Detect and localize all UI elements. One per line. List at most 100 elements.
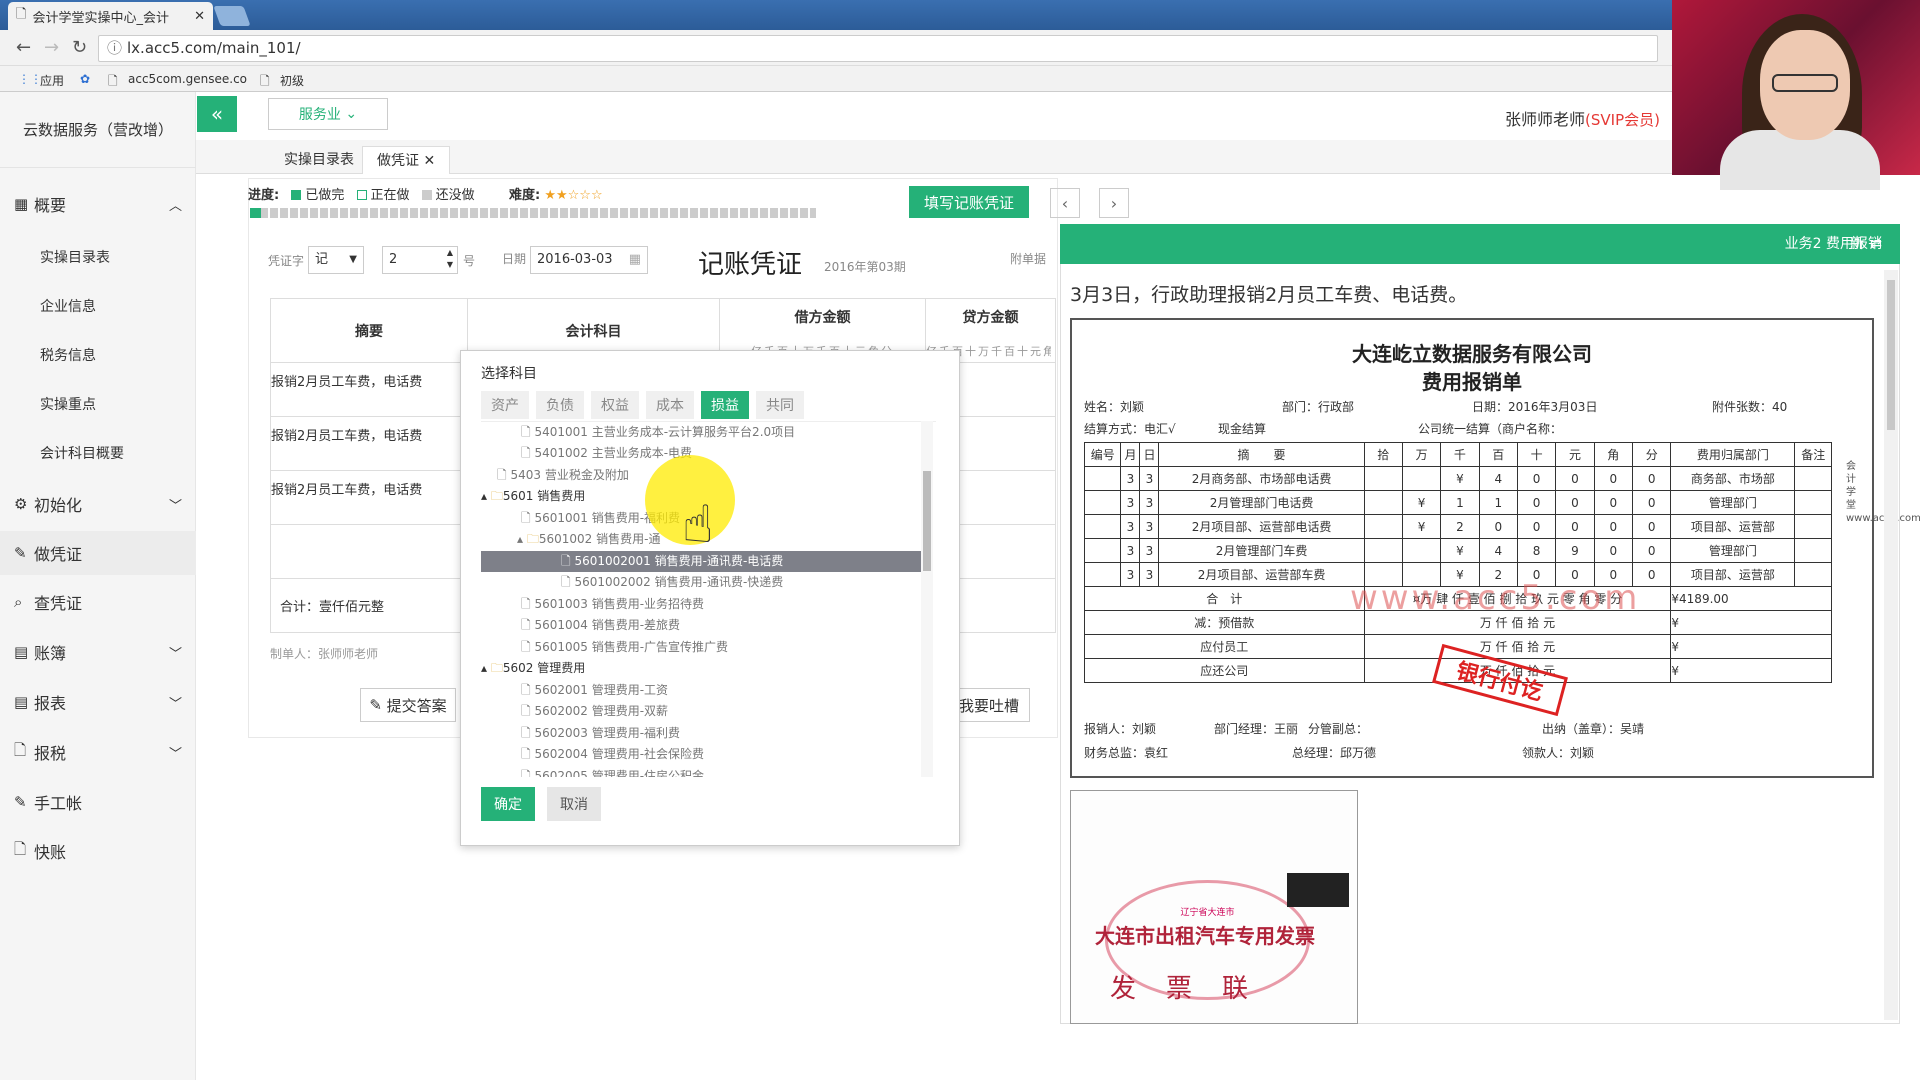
tree-node[interactable]: 🗋 5403 营业税金及附加 (497, 465, 629, 486)
voucher-number-stepper[interactable]: 2 ▲ ▼ (382, 246, 458, 274)
node-label: 5602002 管理费用-双薪 (534, 704, 669, 718)
chevron-up-icon: ︿ (168, 198, 182, 214)
sub-item-catalog[interactable]: 实操目录表 (40, 247, 110, 267)
browser-tab[interactable]: 🗋 会计学堂实操中心_会计 ✕ (8, 2, 213, 30)
sidebar-item-report[interactable]: ▤ 报表 ﹀ (0, 680, 196, 724)
user-info[interactable]: 张师师老师(SVIP会员) (1505, 106, 1660, 130)
bill-company: 大连屹立数据服务有限公司 (1352, 342, 1592, 366)
sidebar-item-manual[interactable]: ✎ 手工帐 (0, 780, 196, 824)
sidebar-item-overview[interactable]: ▦ 概要 ︿ (0, 182, 196, 226)
bill-cash: 现金结算 (1218, 422, 1267, 436)
tree-scrollbar[interactable] (921, 421, 933, 777)
bill-cell: 9 (1555, 538, 1595, 563)
sidebar-item-make-voucher[interactable]: ✎ 做凭证 (0, 531, 196, 575)
address-bar: ← → ↻ ⓘ lx.acc5.com/main_101/ (0, 30, 1920, 66)
confirm-button[interactable]: 确定 (481, 787, 535, 821)
sidebar-item-tax-filing[interactable]: 🗋 报税 ﹀ (0, 730, 196, 774)
tab-profit-loss[interactable]: 损益 (701, 391, 749, 419)
url-input[interactable]: ⓘ lx.acc5.com/main_101/ (98, 35, 1658, 62)
summary-cell[interactable]: 报销2月员工车费，电话费 (270, 470, 468, 525)
complain-button[interactable]: 我要吐槽 (948, 688, 1030, 722)
tab-common[interactable]: 共同 (756, 391, 804, 419)
tree-node[interactable]: 🗋 5601004 销售费用-差旅费 (521, 615, 680, 636)
expand-icon[interactable]: ▴ (481, 489, 487, 503)
tree-folder[interactable]: ▴ 🗀5601 销售费用 (481, 486, 585, 507)
bill-unified: 公司统一结算（商户名称： (1418, 422, 1563, 436)
tree-folder[interactable]: ▴ 🗀5601002 销售费用-通 (517, 529, 660, 550)
tree-node[interactable]: 🗋 5601005 销售费用-广告宣传推广费 (521, 637, 728, 658)
sub-item-subjects[interactable]: 会计科目概要 (40, 443, 124, 463)
tree-node[interactable]: 🗋 5602002 管理费用-双薪 (521, 701, 668, 722)
fill-voucher-button[interactable]: 填写记账凭证 (909, 186, 1029, 218)
back-icon[interactable]: ← (16, 37, 31, 58)
file-icon: 🗋 (14, 740, 27, 759)
sub-item-focus[interactable]: 实操重点 (40, 394, 96, 414)
tab-catalog[interactable]: 实操目录表 (270, 146, 368, 174)
open-new-window-link[interactable]: 新窗口打开 ⇄ (1850, 224, 1882, 412)
bill-title: 费用报销单 (1422, 370, 1522, 394)
bill-summary-cell: ¥4189.00 (1670, 586, 1832, 611)
date-input[interactable]: 2016-03-03 ▦ (530, 246, 648, 274)
tab-cost[interactable]: 成本 (646, 391, 694, 419)
reload-icon[interactable]: ↻ (72, 37, 87, 58)
tab-make-voucher[interactable]: 做凭证 ✕ (362, 146, 451, 174)
bookmark-gensee[interactable]: acc5com.gensee.co (128, 72, 247, 86)
bill-cell: 0 (1593, 490, 1633, 515)
bill-finance: 财务总监：袁红 (1084, 746, 1169, 760)
industry-select[interactable]: 服务业 ⌄ (268, 98, 388, 130)
bill-col-header: 分 (1631, 442, 1672, 467)
bill-summary-cell: ¥ (1670, 658, 1832, 683)
date-label: 日期 (502, 252, 527, 266)
prev-button[interactable]: ‹ (1050, 188, 1080, 218)
bill-date: 日期：2016年3月03日 (1472, 400, 1598, 414)
sidebar-item-query-voucher[interactable]: ⌕ 查凭证 (0, 580, 196, 624)
tab-liabilities[interactable]: 负债 (536, 391, 584, 419)
close-icon[interactable]: ✕ (423, 153, 435, 169)
tree-node[interactable]: 🗋 5602003 管理费用-福利费 (521, 723, 680, 744)
tree-node[interactable]: 🗋 5601002002 销售费用-通讯费-快递费 (561, 572, 783, 593)
tree-node[interactable]: 🗋 5602005 管理费用-住房公积金 (521, 766, 704, 777)
tree-node[interactable]: 🗋 5401001 主营业务成本-云计算服务平台2.0项目 (521, 422, 795, 443)
tree-node[interactable]: 🗋 5602001 管理费用-工资 (521, 680, 668, 701)
expand-icon[interactable]: ▴ (481, 661, 487, 675)
bill-cell: 0 (1631, 538, 1672, 563)
stepper-icon[interactable]: ▲ ▼ (447, 247, 453, 271)
summary-cell[interactable]: 报销2月员工车费，电话费 (270, 362, 468, 417)
bill-cell (1794, 466, 1832, 491)
receipt-redaction (1287, 873, 1349, 907)
tree-node[interactable]: 🗋 5601003 销售费用-业务招待费 (521, 594, 704, 615)
bill-cell: 0 (1516, 514, 1557, 539)
close-icon[interactable]: ✕ (194, 9, 205, 24)
submit-button[interactable]: ✎ 提交答案 (360, 688, 456, 722)
tab-equity[interactable]: 权益 (591, 391, 639, 419)
forward-icon[interactable]: → (44, 37, 59, 58)
apps-icon[interactable]: ⋮⋮ (18, 72, 42, 86)
summary-cell[interactable] (270, 524, 468, 579)
next-button[interactable]: › (1099, 188, 1129, 218)
panel-scrollbar[interactable] (1884, 270, 1898, 1020)
tab-assets[interactable]: 资产 (481, 391, 529, 419)
baidu-icon[interactable]: ✿ (80, 72, 90, 86)
tree-folder[interactable]: ▴ 🗀5602 管理费用 (481, 658, 585, 679)
bookmark-apps[interactable]: 应用 (40, 72, 64, 89)
bill-col-header: 角 (1593, 442, 1633, 467)
summary-cell[interactable]: 报销2月员工车费，电话费 (270, 416, 468, 471)
sub-item-tax[interactable]: 税务信息 (40, 345, 96, 365)
scroll-thumb[interactable] (1887, 280, 1895, 430)
sidebar-item-quick[interactable]: 🗋 快账 (0, 829, 196, 873)
sub-item-company[interactable]: 企业信息 (40, 296, 96, 316)
chevron-down-icon: ﹀ (168, 746, 182, 762)
tree-node[interactable]: 🗋 5602004 管理费用-社会保险费 (521, 744, 704, 765)
cancel-button[interactable]: 取消 (547, 787, 601, 821)
sidebar-item-ledger[interactable]: ▤ 账簿 ﹀ (0, 630, 196, 674)
calendar-icon[interactable]: ▦ (629, 247, 641, 273)
bill-cell: 0 (1593, 538, 1633, 563)
collapse-sidebar-button[interactable]: « (197, 96, 237, 132)
expand-icon[interactable]: ▴ (517, 532, 523, 546)
bookmark-basic[interactable]: 初级 (280, 72, 304, 89)
scroll-thumb[interactable] (923, 471, 931, 571)
bill-cell: 管理部门 (1670, 490, 1796, 515)
bill-summary-cell: 万 仟 佰 拾 元 (1363, 634, 1672, 659)
sidebar-item-init[interactable]: ⚙ 初始化 ﹀ (0, 482, 196, 526)
voucher-word-select[interactable]: 记 ▼ (308, 246, 364, 274)
